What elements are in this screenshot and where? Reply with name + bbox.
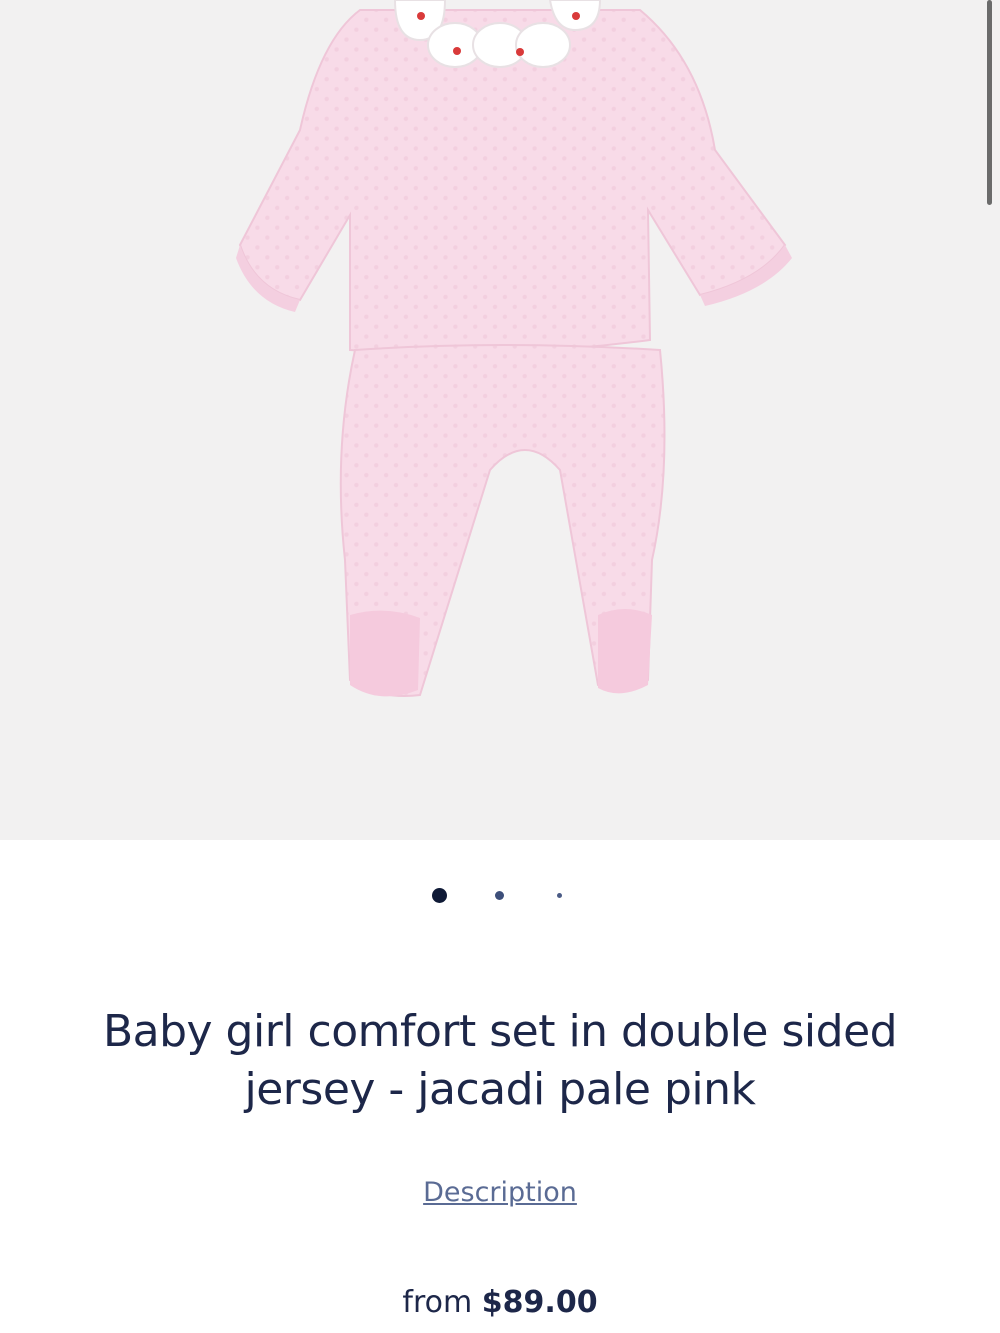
product-page: Baby girl comfort set in double sided je… [0,0,1000,1333]
carousel-dot-1[interactable] [432,888,447,903]
scrollbar[interactable] [987,0,992,205]
carousel-pagination [0,880,1000,910]
price-prefix: from [402,1285,473,1320]
price-amount: $89.00 [481,1285,598,1320]
product-photo [236,0,792,697]
product-image-carousel[interactable] [0,0,1000,840]
price: from $89.00 [0,1285,1000,1320]
carousel-dot-3[interactable] [557,893,562,898]
product-title: Baby girl comfort set in double sided je… [102,1006,898,1115]
description-link[interactable]: Description [0,1177,1000,1208]
carousel-dot-2[interactable] [495,891,504,900]
